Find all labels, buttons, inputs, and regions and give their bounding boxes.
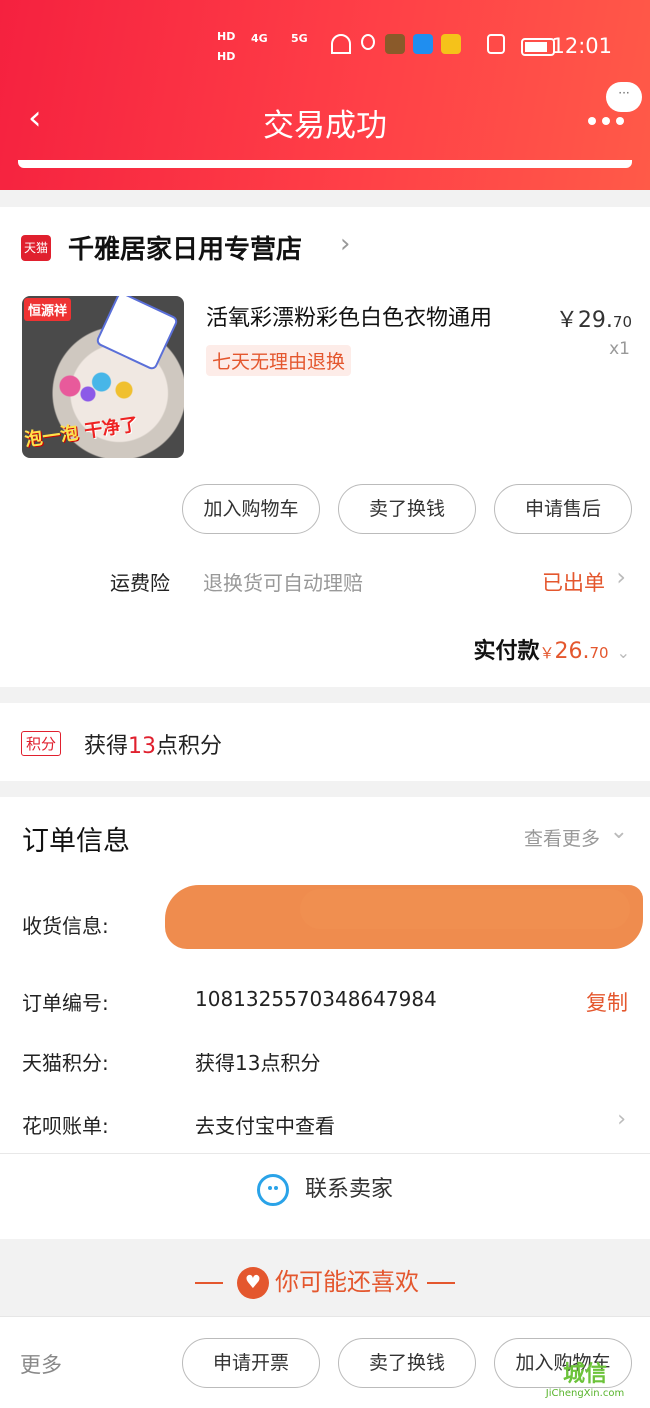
sell-item-button[interactable]: 卖了换钱 <box>338 484 476 534</box>
notes-app-icon <box>441 34 461 54</box>
chevron-right-icon[interactable]: › <box>617 1107 626 1132</box>
huabei-bill-value[interactable]: 去支付宝中查看 <box>195 1110 335 1139</box>
clothes-graphic <box>52 366 142 406</box>
thumb-caption: 泡一泡 干净了 <box>23 410 140 452</box>
chevron-right-icon[interactable]: › <box>340 229 350 259</box>
price-cents: 70 <box>612 313 632 331</box>
shipping-insurance-label: 运费险 <box>110 571 170 595</box>
decor-line <box>426 1282 455 1284</box>
copy-button[interactable]: 复制 <box>586 987 628 1017</box>
hd-badge-2: HD <box>217 50 236 63</box>
signal-5g-icon: 5G <box>291 32 308 45</box>
store-name[interactable]: 千雅居家日用专营店 <box>68 229 302 266</box>
after-sales-button[interactable]: 申请售后 <box>494 484 632 534</box>
battery-icon <box>521 38 555 56</box>
points-count: 13 <box>128 734 157 759</box>
paid-cents: 70 <box>589 644 609 662</box>
bottle-graphic <box>94 296 180 372</box>
more-options-button[interactable] <box>588 105 628 135</box>
paid-label: 实付款 <box>473 639 540 664</box>
dot-icon <box>588 117 596 125</box>
product-quantity: x1 <box>609 339 630 359</box>
order-info-card: 订单信息 查看更多 ⌄ 收货信息: 订单编号: 1081325570348647… <box>0 797 650 1239</box>
store-card: 天猫 千雅居家日用专营店 › 恒源祥 泡一泡 干净了 活氧彩漂粉彩色白色衣物通用… <box>0 207 650 687</box>
shipping-insurance-desc: 退换货可自动理赔 <box>203 571 363 595</box>
return-policy-tag: 七天无理由退换 <box>206 345 352 376</box>
shipping-insurance-status[interactable]: 已出单 <box>542 567 605 597</box>
order-number-label: 订单编号: <box>22 991 109 1015</box>
dot-icon <box>616 117 624 125</box>
divider <box>0 1153 650 1154</box>
recommend-section-title: ♥ 你可能还喜欢 <box>0 1262 650 1299</box>
decor-line <box>195 1282 224 1284</box>
paid-value: ￥26.70 <box>539 639 608 664</box>
redacted-address-overlay <box>300 889 630 929</box>
heart-icon: ♥ <box>237 1267 269 1299</box>
bottom-action-bar: 更多 申请开票 卖了换钱 加入购物车 城信 JiChengXin.com <box>0 1316 650 1408</box>
header-divider <box>18 160 632 168</box>
tmall-points-value: 获得13点积分 <box>195 1051 321 1075</box>
request-invoice-button[interactable]: 申请开票 <box>182 1338 320 1388</box>
chevron-right-icon[interactable]: › <box>616 563 626 591</box>
contact-seller-label: 联系卖家 <box>304 1177 393 1202</box>
points-suffix: 点积分 <box>156 734 223 759</box>
price-main: ￥29. <box>555 308 613 333</box>
watermark-site: JiChengXin.com <box>545 1388 625 1399</box>
paid-amount[interactable]: 实付款￥26.70 ⌄ <box>473 633 630 665</box>
page-title: 交易成功 <box>263 108 387 144</box>
thumb-brand-label: 恒源祥 <box>24 298 72 321</box>
recommend-title-text: 你可能还喜欢 <box>275 1268 419 1296</box>
points-badge: 积分 <box>21 731 62 756</box>
thumb-caption-b: 干净了 <box>82 414 140 443</box>
tmall-points-label: 天猫积分: <box>22 1051 109 1075</box>
product-title[interactable]: 活氧彩漂粉彩色白色衣物通用 <box>206 300 492 332</box>
huabei-bill-label: 花呗账单: <box>22 1114 109 1138</box>
tmall-logo-icon: 天猫 <box>21 235 51 261</box>
chevron-down-icon[interactable]: ⌄ <box>617 643 630 662</box>
hd-badge-1: HD <box>217 30 236 43</box>
thumb-caption-a: 泡一泡 <box>23 422 80 451</box>
more-button[interactable]: 更多 <box>20 1349 62 1379</box>
status-bar: HD HD 4G 5G 12:01 <box>215 28 650 68</box>
game-app-icon <box>385 34 405 54</box>
chevron-down-icon[interactable]: ⌄ <box>610 819 628 844</box>
nfc-icon <box>487 34 505 54</box>
site-watermark: 城信 JiChengXin.com <box>526 1356 644 1406</box>
wifi-icon <box>331 34 351 54</box>
header-bar: HD HD 4G 5G 12:01 ‹ 交易成功 ··· <box>0 0 650 190</box>
add-to-cart-button[interactable]: 加入购物车 <box>182 484 320 534</box>
shipping-info-label: 收货信息: <box>22 914 109 938</box>
view-more-link[interactable]: 查看更多 <box>524 824 600 851</box>
dot-icon <box>602 117 610 125</box>
clock: 12:01 <box>551 34 612 58</box>
product-price: ￥29.70 <box>556 302 632 334</box>
smiley-chat-icon <box>256 1174 289 1206</box>
bulb-app-icon <box>413 34 433 54</box>
shield-icon <box>361 34 375 50</box>
order-info-title: 订单信息 <box>22 826 130 857</box>
points-card: 积分 获得13点积分 <box>0 703 650 781</box>
sell-item-button[interactable]: 卖了换钱 <box>338 1338 476 1388</box>
points-text: 获得13点积分 <box>84 728 222 760</box>
paid-main: 26. <box>554 639 590 664</box>
watermark-logo: 城信 <box>562 1362 607 1387</box>
contact-seller-button[interactable]: 联系卖家 <box>0 1171 650 1206</box>
product-image[interactable]: 恒源祥 泡一泡 干净了 <box>22 296 184 458</box>
paid-currency: ￥ <box>539 644 555 662</box>
signal-4g-icon: 4G <box>251 32 268 45</box>
order-number-value: 1081325570348647984 <box>195 987 437 1011</box>
points-prefix: 获得 <box>84 734 129 759</box>
